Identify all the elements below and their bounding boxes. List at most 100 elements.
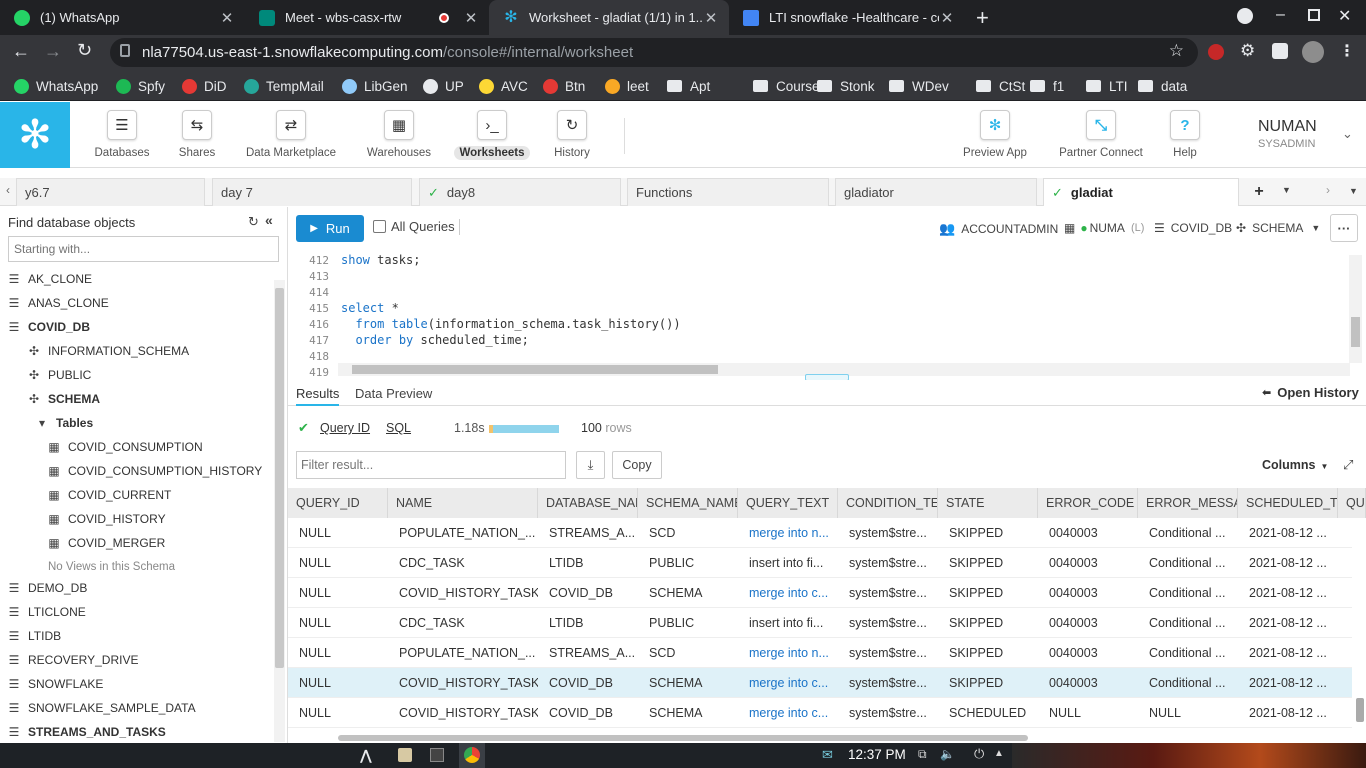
chevron-down-icon[interactable]: ⌄	[1342, 126, 1353, 142]
nav-history[interactable]: ↻ History	[512, 110, 632, 160]
filter-result-input[interactable]	[296, 451, 566, 479]
tree-item-database[interactable]: ☰ AK_CLONE	[8, 271, 92, 287]
column-header[interactable]: ERROR_CODE	[1038, 488, 1138, 518]
tree-item-database[interactable]: ☰ DEMO_DB	[8, 580, 88, 596]
worksheet-tab[interactable]: day 7	[212, 178, 412, 206]
tree-item-table[interactable]: ▦ COVID_CONSUMPTION	[48, 439, 202, 455]
column-header[interactable]: SCHEDULED_TIME	[1238, 488, 1338, 518]
bookmark-f1[interactable]: f1	[1030, 77, 1064, 95]
menu-icon[interactable]: ⋮	[1339, 41, 1355, 61]
close-icon[interactable]: ✕	[219, 9, 235, 27]
tab-search-icon[interactable]	[1237, 8, 1253, 24]
bookmark-avc[interactable]: AVC	[479, 77, 528, 95]
table-row[interactable]: NULL POPULATE_NATION_... STREAMS_A... SCD me…	[288, 518, 1352, 548]
refresh-icon[interactable]: ↻	[248, 214, 259, 230]
table-cell[interactable]: merge into c...	[738, 578, 838, 608]
scrollbar-thumb[interactable]	[275, 288, 284, 668]
bookmark-stonk[interactable]: Stonk	[817, 77, 875, 95]
tab-data-preview[interactable]: Data Preview	[355, 386, 432, 401]
object-search-input[interactable]	[8, 236, 279, 262]
bookmark-leet[interactable]: leet	[605, 77, 649, 95]
bookmark-ctst[interactable]: CtSt	[976, 77, 1025, 95]
browser-tab-whatsapp[interactable]: (1) WhatsApp ✕	[0, 0, 245, 35]
code-line[interactable]: show tasks;	[341, 253, 420, 267]
tree-item-database[interactable]: ☰ SNOWFLAKE	[8, 676, 104, 692]
tree-item-database[interactable]: ☰ STREAMS_AND_TASKS	[8, 724, 166, 740]
network-icon[interactable]: ⧉	[918, 747, 927, 762]
results-hscroll[interactable]	[338, 735, 1028, 741]
bookmark-lti[interactable]: LTI	[1086, 77, 1128, 95]
chrome-taskbar-item[interactable]	[459, 743, 485, 768]
worksheet-tab[interactable]: ✓ gladiat	[1043, 178, 1239, 206]
tree-item-table[interactable]: ▦ COVID_CURRENT	[48, 487, 171, 503]
tree-item-table[interactable]: ▦ COVID_HISTORY	[48, 511, 165, 527]
checkbox-icon[interactable]	[373, 220, 386, 233]
tree-item-database[interactable]: ☰ LTIDB	[8, 628, 62, 644]
bookmark-btn[interactable]: Btn	[543, 77, 585, 95]
run-button[interactable]: ▶ Run	[296, 215, 364, 242]
address-bar[interactable]: nla77504.us-east-1.snowflakecomputing.co…	[110, 38, 1198, 67]
table-row[interactable]: NULL CDC_TASK LTIDB PUBLIC insert into fi...…	[288, 548, 1352, 578]
collapse-icon[interactable]: «	[265, 212, 273, 228]
tree-item-table[interactable]: ▦ COVID_CONSUMPTION_HISTORY	[48, 463, 262, 479]
tray-arrow-icon[interactable]: ▲	[994, 748, 1004, 759]
window-close-icon[interactable]: ✕	[1338, 6, 1351, 26]
table-row[interactable]: NULL COVID_HISTORY_TASK COVID_DB SCHEMA merg…	[288, 578, 1352, 608]
gear-icon[interactable]: ⚙	[1240, 41, 1255, 61]
table-cell[interactable]: merge into n...	[738, 638, 838, 668]
sidebar-scrollbar[interactable]	[274, 280, 285, 742]
back-icon[interactable]: ←	[12, 41, 30, 62]
column-header[interactable]: QUERY_ID	[288, 488, 388, 518]
avatar[interactable]	[1302, 41, 1324, 63]
bookmark-libgen[interactable]: LibGen	[342, 77, 408, 95]
worksheet-tab[interactable]: ✓ day8	[419, 178, 621, 206]
column-header[interactable]: SCHEMA_NAME	[638, 488, 738, 518]
worksheet-tab[interactable]: Functions	[627, 178, 829, 206]
open-history-button[interactable]: ⬅ Open History	[1262, 385, 1359, 400]
forward-icon[interactable]: →	[44, 41, 62, 62]
terminal-icon[interactable]	[430, 748, 444, 762]
files-icon[interactable]	[398, 748, 412, 762]
warehouse-selector[interactable]: ▦ ● NUMA (L)	[1064, 221, 1144, 235]
download-icon[interactable]: ⤓	[576, 451, 605, 479]
bookmark-tempmail[interactable]: TempMail	[244, 77, 324, 95]
minimize-icon[interactable]: –	[1276, 6, 1285, 24]
bookmark-data[interactable]: data	[1138, 77, 1187, 95]
snowflake-logo[interactable]: ✻	[0, 102, 70, 168]
column-header[interactable]: QUERY_TEXT	[738, 488, 838, 518]
bookmark-did[interactable]: DiD	[182, 77, 227, 95]
code-line[interactable]: from table(information_schema.task_histo…	[341, 317, 680, 331]
editor-vscroll[interactable]	[1349, 255, 1362, 363]
extension-icon[interactable]	[1208, 44, 1224, 60]
column-header[interactable]: ERROR_MESSAGE	[1138, 488, 1238, 518]
table-cell[interactable]: merge into c...	[738, 668, 838, 698]
tree-item-folder[interactable]: ▾ Tables	[36, 415, 93, 431]
new-tab-button[interactable]: +	[976, 5, 989, 31]
caret-down-icon[interactable]: ▼	[1282, 185, 1291, 195]
star-icon[interactable]: ☆	[1169, 41, 1184, 61]
clock[interactable]: 12:37 PM	[848, 747, 906, 762]
code-line[interactable]: order by scheduled_time;	[341, 333, 528, 347]
tree-item-database[interactable]: ☰ LTICLONE	[8, 604, 86, 620]
sql-link[interactable]: SQL	[386, 421, 411, 435]
schema-selector[interactable]: ✣ SCHEMA ▼	[1236, 221, 1320, 235]
results-vscroll[interactable]	[1356, 698, 1364, 722]
table-row[interactable]: NULL POPULATE_NATION_... STREAMS_A... SCD me…	[288, 638, 1352, 668]
column-header[interactable]: QU	[1338, 488, 1366, 518]
column-header[interactable]: DATABASE_NAME	[538, 488, 638, 518]
volume-icon[interactable]: 🔈	[940, 747, 955, 761]
add-worksheet-button[interactable]: +	[1242, 178, 1276, 206]
bookmark-spfy[interactable]: Spfy	[116, 77, 165, 95]
more-icon[interactable]: ···	[1330, 214, 1358, 242]
table-row[interactable]: NULL COVID_HISTORY_TASK COVID_DB SCHEMA merg…	[288, 668, 1352, 698]
all-queries-checkbox[interactable]: All Queries	[373, 219, 455, 234]
bookmark-whatsapp[interactable]: WhatsApp	[14, 77, 98, 95]
worksheet-tab[interactable]: y6.7	[16, 178, 205, 206]
nav-help[interactable]: ? Help	[1125, 110, 1245, 160]
code-line[interactable]: select *	[341, 301, 399, 315]
launcher-icon[interactable]: ⋀	[360, 747, 372, 764]
nav-preview-app[interactable]: ✻ Preview App	[935, 110, 1055, 160]
nav-data-marketplace[interactable]: ⇄ Data Marketplace	[231, 110, 351, 160]
copy-button[interactable]: Copy	[612, 451, 662, 479]
tabs-menu-icon[interactable]: ▼	[1349, 186, 1358, 196]
